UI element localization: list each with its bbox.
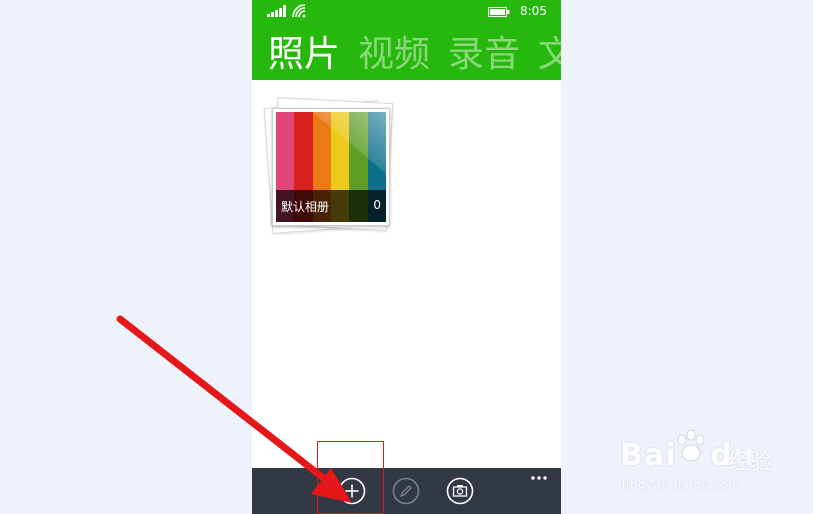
watermark-url: jingyan.baidu.com bbox=[622, 478, 741, 491]
phone-screen: 8:05 照片 视频 录音文 默认相册 0 bbox=[252, 0, 561, 514]
watermark-logo-text: Bai bbox=[620, 438, 677, 473]
edit-button[interactable] bbox=[392, 477, 420, 505]
baidu-watermark: Bai du 经验 jingyan.baidu.com bbox=[620, 428, 790, 498]
album-caption: 默认相册 0 bbox=[276, 190, 386, 222]
camera-circle-icon bbox=[446, 477, 474, 505]
screenshot: 8:05 照片 视频 录音文 默认相册 0 Bai du 经验 jingyan.… bbox=[0, 0, 813, 514]
more-button[interactable] bbox=[524, 468, 554, 488]
status-time: 8:05 bbox=[520, 4, 547, 18]
highlight-box bbox=[317, 441, 384, 514]
pencil-circle-icon bbox=[392, 477, 420, 505]
ellipsis-icon bbox=[531, 476, 547, 480]
tab-photos[interactable]: 照片 bbox=[268, 32, 340, 78]
album-tile[interactable]: 默认相册 0 bbox=[263, 96, 396, 246]
pivot-tabs: 照片 视频 录音文 bbox=[268, 32, 561, 78]
tab-recordings[interactable]: 录音 bbox=[448, 32, 520, 78]
camera-button[interactable] bbox=[446, 477, 474, 505]
status-bar: 8:05 bbox=[252, 0, 561, 24]
album-name: 默认相册 bbox=[281, 200, 330, 214]
tab-documents[interactable]: 文 bbox=[538, 32, 561, 78]
wifi-icon bbox=[292, 4, 306, 18]
app-header: 8:05 照片 视频 录音文 bbox=[252, 0, 561, 80]
app-bar bbox=[252, 468, 561, 514]
album-cover: 默认相册 0 bbox=[272, 108, 390, 226]
signal-icon bbox=[267, 5, 286, 17]
tab-videos[interactable]: 视频 bbox=[358, 32, 430, 78]
album-count: 0 bbox=[373, 198, 381, 212]
watermark-name: 经验 bbox=[728, 450, 773, 475]
battery-icon bbox=[488, 7, 510, 17]
paw-icon bbox=[677, 429, 705, 462]
